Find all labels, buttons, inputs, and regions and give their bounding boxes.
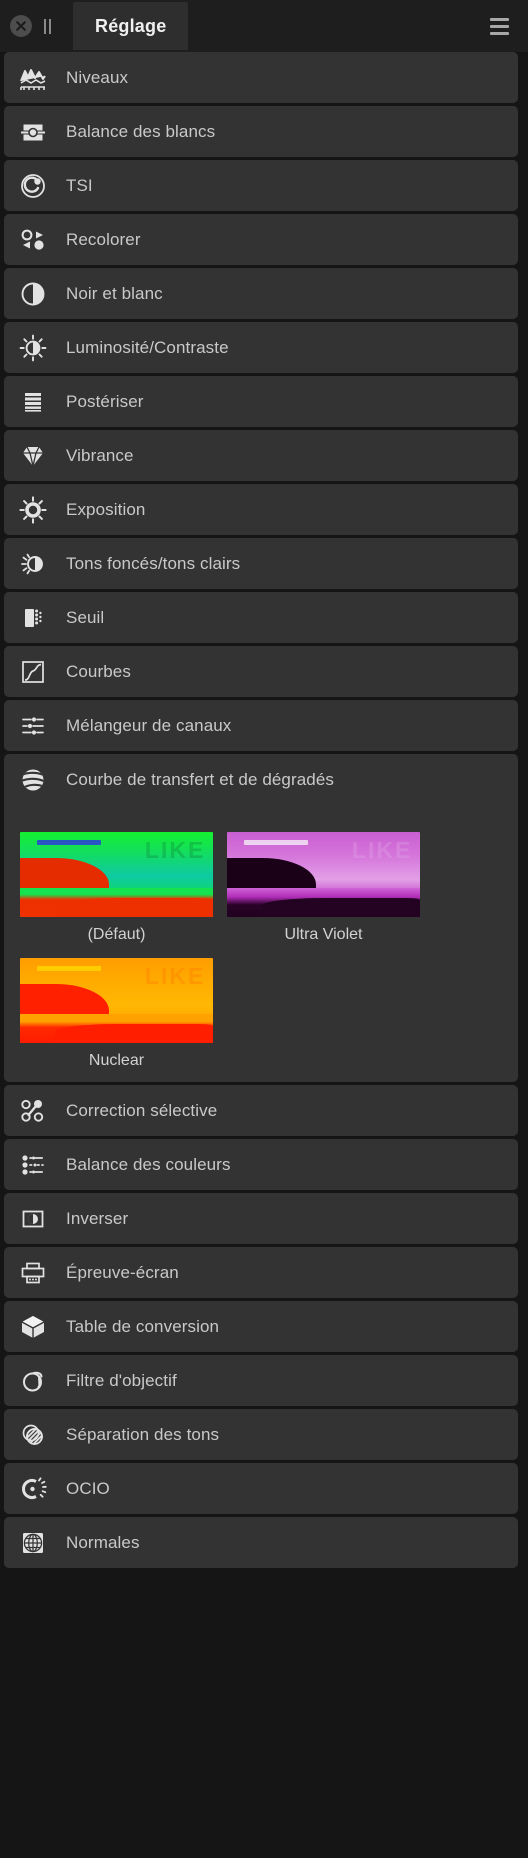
adjustment-item-noir-et-blanc[interactable]: Noir et blanc [4, 268, 518, 319]
adjustment-label: Filtre d'objectif [66, 1370, 177, 1390]
adjustment-label: OCIO [66, 1478, 110, 1498]
adjustment-label: Balance des blancs [66, 121, 216, 141]
adjustment-item-niveaux[interactable]: Niveaux [4, 52, 518, 103]
adjustment-item-separation-des-tons[interactable]: Séparation des tons [4, 1409, 518, 1460]
adjustment-label: Normales [66, 1532, 140, 1552]
thumb-watermark: LIKE [144, 837, 206, 864]
adjustment-label: Séparation des tons [66, 1424, 220, 1444]
panel-titlebar: Réglage [0, 0, 528, 52]
adjustment-item-inverser[interactable]: Inverser [4, 1193, 518, 1244]
thumb-watermark: LIKE [144, 963, 206, 990]
white-balance-icon [16, 115, 50, 149]
adjustment-label: Table de conversion [66, 1316, 220, 1336]
split-toning-icon [16, 1418, 50, 1452]
recolor-icon [16, 223, 50, 257]
gradient-map-sphere-icon [16, 763, 50, 797]
normals-globe-icon [16, 1526, 50, 1560]
preset-thumbnail[interactable]: LIKE [20, 832, 213, 917]
adjustment-item-normales[interactable]: Normales [4, 1517, 518, 1568]
adjustments-list: Niveaux Balance des blancs TSI Recolorer… [0, 52, 528, 1858]
exposure-sun-icon [16, 493, 50, 527]
adjustment-label: Niveaux [66, 67, 129, 87]
curves-icon [16, 655, 50, 689]
preset-thumbnail[interactable]: LIKE [227, 832, 420, 917]
thumb-watermark: LIKE [351, 837, 413, 864]
gradient-preset-grid: LIKE (Défaut) LIKE Ultra Violet LIKE Nuc… [4, 822, 518, 1082]
shadows-highlights-icon [16, 547, 50, 581]
preset-thumbnail[interactable]: LIKE [20, 958, 213, 1043]
adjustment-item-melangeur-de-canaux[interactable]: Mélangeur de canaux [4, 700, 518, 751]
adjustment-item-ocio[interactable]: OCIO [4, 1463, 518, 1514]
threshold-icon [16, 601, 50, 635]
channel-mixer-icon [16, 709, 50, 743]
lens-filter-icon [16, 1364, 50, 1398]
posterize-icon [16, 385, 50, 419]
adjustment-item-luminosite-contraste[interactable]: Luminosité/Contraste [4, 322, 518, 373]
adjustment-label: Courbe de transfert et de dégradés [66, 770, 335, 789]
preset-label: Ultra Violet [284, 926, 363, 943]
adjustment-item-balance-des-blancs[interactable]: Balance des blancs [4, 106, 518, 157]
adjustment-item-tsi[interactable]: TSI [4, 160, 518, 211]
adjustment-label: Postériser [66, 391, 144, 411]
hamburger-menu-icon[interactable] [490, 18, 509, 35]
adjustment-label: Mélangeur de canaux [66, 715, 232, 735]
gradient-preset-nuclear[interactable]: LIKE Nuclear [20, 958, 213, 1070]
ocio-icon [16, 1472, 50, 1506]
adjustment-label: Courbes [66, 661, 131, 681]
adjustment-item-vibrance[interactable]: Vibrance [4, 430, 518, 481]
adjustment-item-epreuve-ecran[interactable]: Épreuve-écran [4, 1247, 518, 1298]
color-balance-icon [16, 1148, 50, 1182]
adjustment-label: Luminosité/Contraste [66, 337, 229, 357]
adjustment-label: Inverser [66, 1208, 129, 1228]
pause-icon[interactable] [44, 15, 51, 37]
adjustment-item-courbe-de-transfert[interactable]: Courbe de transfert et de dégradés LIKE … [4, 754, 518, 1082]
adjustment-label: Balance des couleurs [66, 1154, 231, 1174]
adjustment-item-correction-selective[interactable]: Correction sélective [4, 1085, 518, 1136]
thumb-shore [54, 898, 213, 917]
adjustment-item-seuil[interactable]: Seuil [4, 592, 518, 643]
thumb-shore [54, 1024, 213, 1043]
levels-histogram-icon [16, 61, 50, 95]
adjustment-label: Recolorer [66, 229, 141, 249]
gradient-preset-default[interactable]: LIKE (Défaut) [20, 832, 213, 944]
gradient-map-header[interactable]: Courbe de transfert et de dégradés [4, 754, 518, 806]
thumb-banner [37, 839, 102, 845]
thumb-banner [244, 839, 309, 845]
selective-color-icon [16, 1094, 50, 1128]
adjustment-item-posteriser[interactable]: Postériser [4, 376, 518, 427]
adjustment-item-filtre-dobjectif[interactable]: Filtre d'objectif [4, 1355, 518, 1406]
brightness-contrast-icon [16, 331, 50, 365]
adjustment-item-tons-fonces-tons-clairs[interactable]: Tons foncés/tons clairs [4, 538, 518, 589]
adjustment-item-recolorer[interactable]: Recolorer [4, 214, 518, 265]
lut-cube-icon [16, 1310, 50, 1344]
black-and-white-icon [16, 277, 50, 311]
thumb-banner [37, 965, 102, 971]
adjustment-label: Vibrance [66, 445, 134, 465]
thumb-shore [261, 898, 420, 917]
adjustment-item-exposition[interactable]: Exposition [4, 484, 518, 535]
adjustment-label: TSI [66, 175, 93, 195]
adjustment-item-balance-des-couleurs[interactable]: Balance des couleurs [4, 1139, 518, 1190]
tab-reglage[interactable]: Réglage [73, 2, 189, 50]
adjustment-label: Tons foncés/tons clairs [66, 553, 241, 573]
adjustments-panel: Réglage Niveaux Balance des blancs TSI R… [0, 0, 528, 1858]
close-circle-icon[interactable] [10, 15, 32, 37]
adjustment-item-courbes[interactable]: Courbes [4, 646, 518, 697]
preset-label: (Défaut) [87, 926, 146, 943]
gradient-preset-ultra-violet[interactable]: LIKE Ultra Violet [227, 832, 420, 944]
preset-label: Nuclear [88, 1052, 145, 1069]
adjustment-label: Épreuve-écran [66, 1262, 179, 1282]
adjustment-label: Noir et blanc [66, 283, 163, 303]
invert-icon [16, 1202, 50, 1236]
soft-proof-printer-icon [16, 1256, 50, 1290]
hsl-wheel-icon [16, 169, 50, 203]
titlebar-controls: Réglage [0, 0, 189, 52]
adjustment-label: Exposition [66, 499, 146, 519]
adjustment-label: Seuil [66, 607, 105, 627]
adjustment-label: Correction sélective [66, 1100, 218, 1120]
vibrance-gem-icon [16, 439, 50, 473]
adjustment-item-table-de-conversion[interactable]: Table de conversion [4, 1301, 518, 1352]
